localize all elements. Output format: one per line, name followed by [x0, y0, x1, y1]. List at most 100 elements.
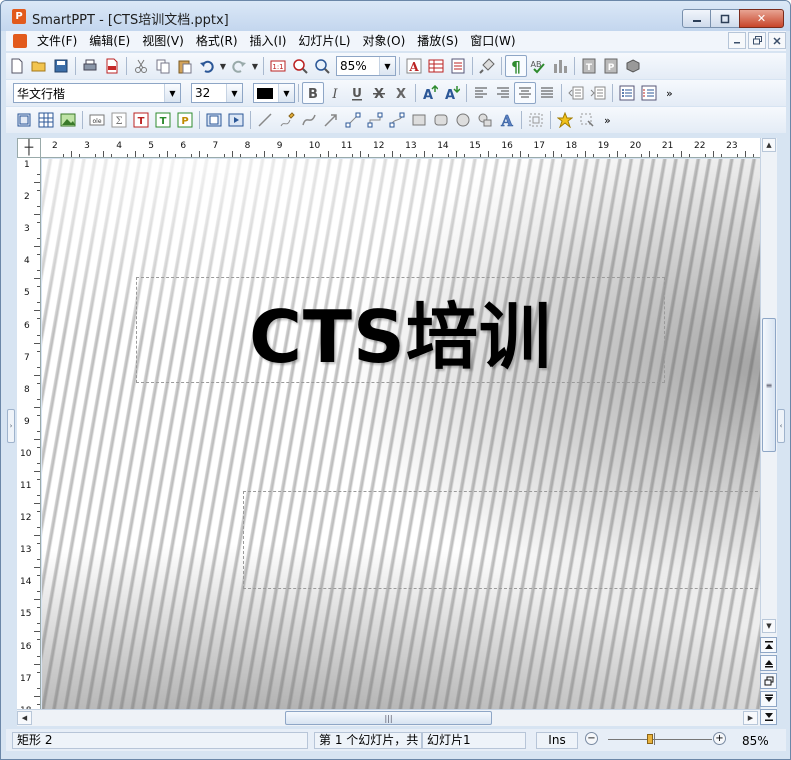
menu-play[interactable]: 播放(S)	[411, 31, 464, 51]
draw-curved-connector-button[interactable]	[386, 109, 408, 131]
zoom-slider-track[interactable]	[608, 739, 712, 740]
zoom-slider-handle[interactable]	[647, 734, 653, 744]
draw-rounded-rectangle-button[interactable]	[430, 109, 452, 131]
template-button[interactable]: T	[578, 55, 600, 77]
slide-title[interactable]: CTS培训	[249, 278, 552, 383]
ruler-corner[interactable]: ┼	[17, 138, 41, 158]
show-marks-button[interactable]: ¶	[505, 55, 527, 77]
draw-ellipse-button[interactable]	[452, 109, 474, 131]
previous-slide-button[interactable]	[760, 655, 777, 671]
undo-dropdown[interactable]: ▼	[218, 62, 228, 71]
vertical-scrollbar[interactable]: ▲ ≡ ▼	[760, 138, 777, 709]
export-pdf-button[interactable]	[101, 55, 123, 77]
clear-format-button[interactable]: X	[390, 82, 412, 104]
menu-view[interactable]: 视图(V)	[136, 31, 190, 51]
select-frame-button[interactable]	[13, 109, 35, 131]
justify-button[interactable]	[536, 82, 558, 104]
horizontal-scroll-thumb[interactable]: |||	[285, 711, 492, 725]
menu-slide[interactable]: 幻灯片(L)	[292, 31, 356, 51]
menu-window[interactable]: 窗口(W)	[464, 31, 521, 51]
draw-shapes-button[interactable]	[474, 109, 496, 131]
italic-button[interactable]: I	[324, 82, 346, 104]
draw-rectangle-button[interactable]	[408, 109, 430, 131]
next-slide-button[interactable]	[760, 691, 777, 707]
package-button[interactable]	[622, 55, 644, 77]
format-painter-button[interactable]	[476, 55, 498, 77]
maximize-button[interactable]	[710, 9, 740, 28]
insert-formula-button[interactable]: Σ	[108, 109, 130, 131]
increase-indent-button[interactable]	[587, 82, 609, 104]
menu-insert[interactable]: 插入(I)	[244, 31, 293, 51]
numbered-list-button[interactable]	[638, 82, 660, 104]
cut-button[interactable]	[130, 55, 152, 77]
insert-mode-status[interactable]: Ins	[536, 732, 578, 749]
insert-slide-button[interactable]	[203, 109, 225, 131]
insert-text-button[interactable]: A	[403, 55, 425, 77]
first-slide-button[interactable]	[760, 637, 777, 653]
insert-picture-button[interactable]	[57, 109, 79, 131]
menu-edit[interactable]: 编辑(E)	[83, 31, 136, 51]
animation-button[interactable]	[554, 109, 576, 131]
decrease-indent-button[interactable]	[565, 82, 587, 104]
minimize-button[interactable]	[682, 9, 711, 28]
paste-button[interactable]	[174, 55, 196, 77]
presentation-button[interactable]: P	[600, 55, 622, 77]
group-button[interactable]	[525, 109, 547, 131]
print-button[interactable]	[79, 55, 101, 77]
strikethrough-button[interactable]: X	[368, 82, 390, 104]
doc-restore-button[interactable]	[748, 32, 766, 49]
smartppt-app-icon[interactable]: P	[12, 9, 26, 24]
insert-media-button[interactable]	[225, 109, 247, 131]
draw-line-button[interactable]	[254, 109, 276, 131]
vertical-scroll-thumb[interactable]: ≡	[762, 318, 776, 452]
font-name-combo[interactable]: 华文行楷 ▼	[13, 83, 181, 103]
draw-freehand-button[interactable]	[276, 109, 298, 131]
font-size-combo[interactable]: 32 ▼	[191, 83, 243, 103]
draw-arrow-button[interactable]	[320, 109, 342, 131]
toolbar-overflow-button[interactable]: »	[666, 87, 673, 100]
slide-canvas[interactable]: CTS培训	[42, 159, 760, 709]
draw-connector-button[interactable]	[342, 109, 364, 131]
decrease-font-button[interactable]: A	[441, 82, 463, 104]
chevron-down-icon[interactable]: ▼	[379, 57, 395, 75]
close-button[interactable]: ✕	[739, 9, 784, 28]
align-right-button[interactable]	[492, 82, 514, 104]
spell-check-button[interactable]: AB	[527, 55, 549, 77]
save-button[interactable]	[50, 55, 72, 77]
draw-curve-button[interactable]	[298, 109, 320, 131]
font-color-combo[interactable]: ▼	[253, 83, 295, 103]
open-button[interactable]	[28, 55, 50, 77]
scroll-down-button[interactable]: ▼	[762, 619, 776, 633]
bullet-list-button[interactable]	[616, 82, 638, 104]
title-bar[interactable]: P SmartPPT - [CTS培训文档.pptx] ✕	[1, 1, 790, 31]
vertical-ruler[interactable]: 123456789101112131415161718	[17, 158, 41, 709]
scroll-left-button[interactable]: ◀	[17, 711, 32, 725]
zoom-tool-button[interactable]	[289, 55, 311, 77]
new-button[interactable]	[6, 55, 28, 77]
title-textbox[interactable]: CTS培训	[136, 277, 665, 383]
zoom-combo[interactable]: 85% ▼	[336, 56, 396, 76]
chevron-down-icon[interactable]: ▼	[278, 84, 294, 102]
word-count-button[interactable]	[549, 55, 571, 77]
insert-list-button[interactable]	[447, 55, 469, 77]
menu-object[interactable]: 对象(O)	[356, 31, 411, 51]
chevron-down-icon[interactable]: ▼	[226, 84, 242, 102]
document-icon[interactable]	[13, 34, 27, 48]
doc-minimize-button[interactable]	[728, 32, 746, 49]
insert-placeholder-button[interactable]: P	[174, 109, 196, 131]
undo-button[interactable]	[196, 55, 218, 77]
doc-close-button[interactable]	[768, 32, 786, 49]
left-pane-toggle[interactable]: ›	[7, 409, 15, 443]
slide-list-button[interactable]	[760, 673, 777, 689]
word-art-button[interactable]: A	[496, 109, 518, 131]
find-button[interactable]	[311, 55, 333, 77]
menu-format[interactable]: 格式(R)	[190, 31, 244, 51]
horizontal-scrollbar[interactable]: ◀ ||| ▶	[17, 709, 760, 726]
subtitle-textbox[interactable]	[243, 491, 760, 589]
insert-table-button[interactable]	[425, 55, 447, 77]
horizontal-ruler[interactable]: 2 3 4 5 6 7 8 9 10 11 12 13 14 15 16 17 18 19 20 21 22 23	[41, 138, 761, 158]
right-pane-toggle[interactable]: ‹	[777, 409, 785, 443]
actual-size-button[interactable]: 1:1	[267, 55, 289, 77]
insert-grid-button[interactable]	[35, 109, 57, 131]
align-center-button[interactable]	[514, 82, 536, 104]
